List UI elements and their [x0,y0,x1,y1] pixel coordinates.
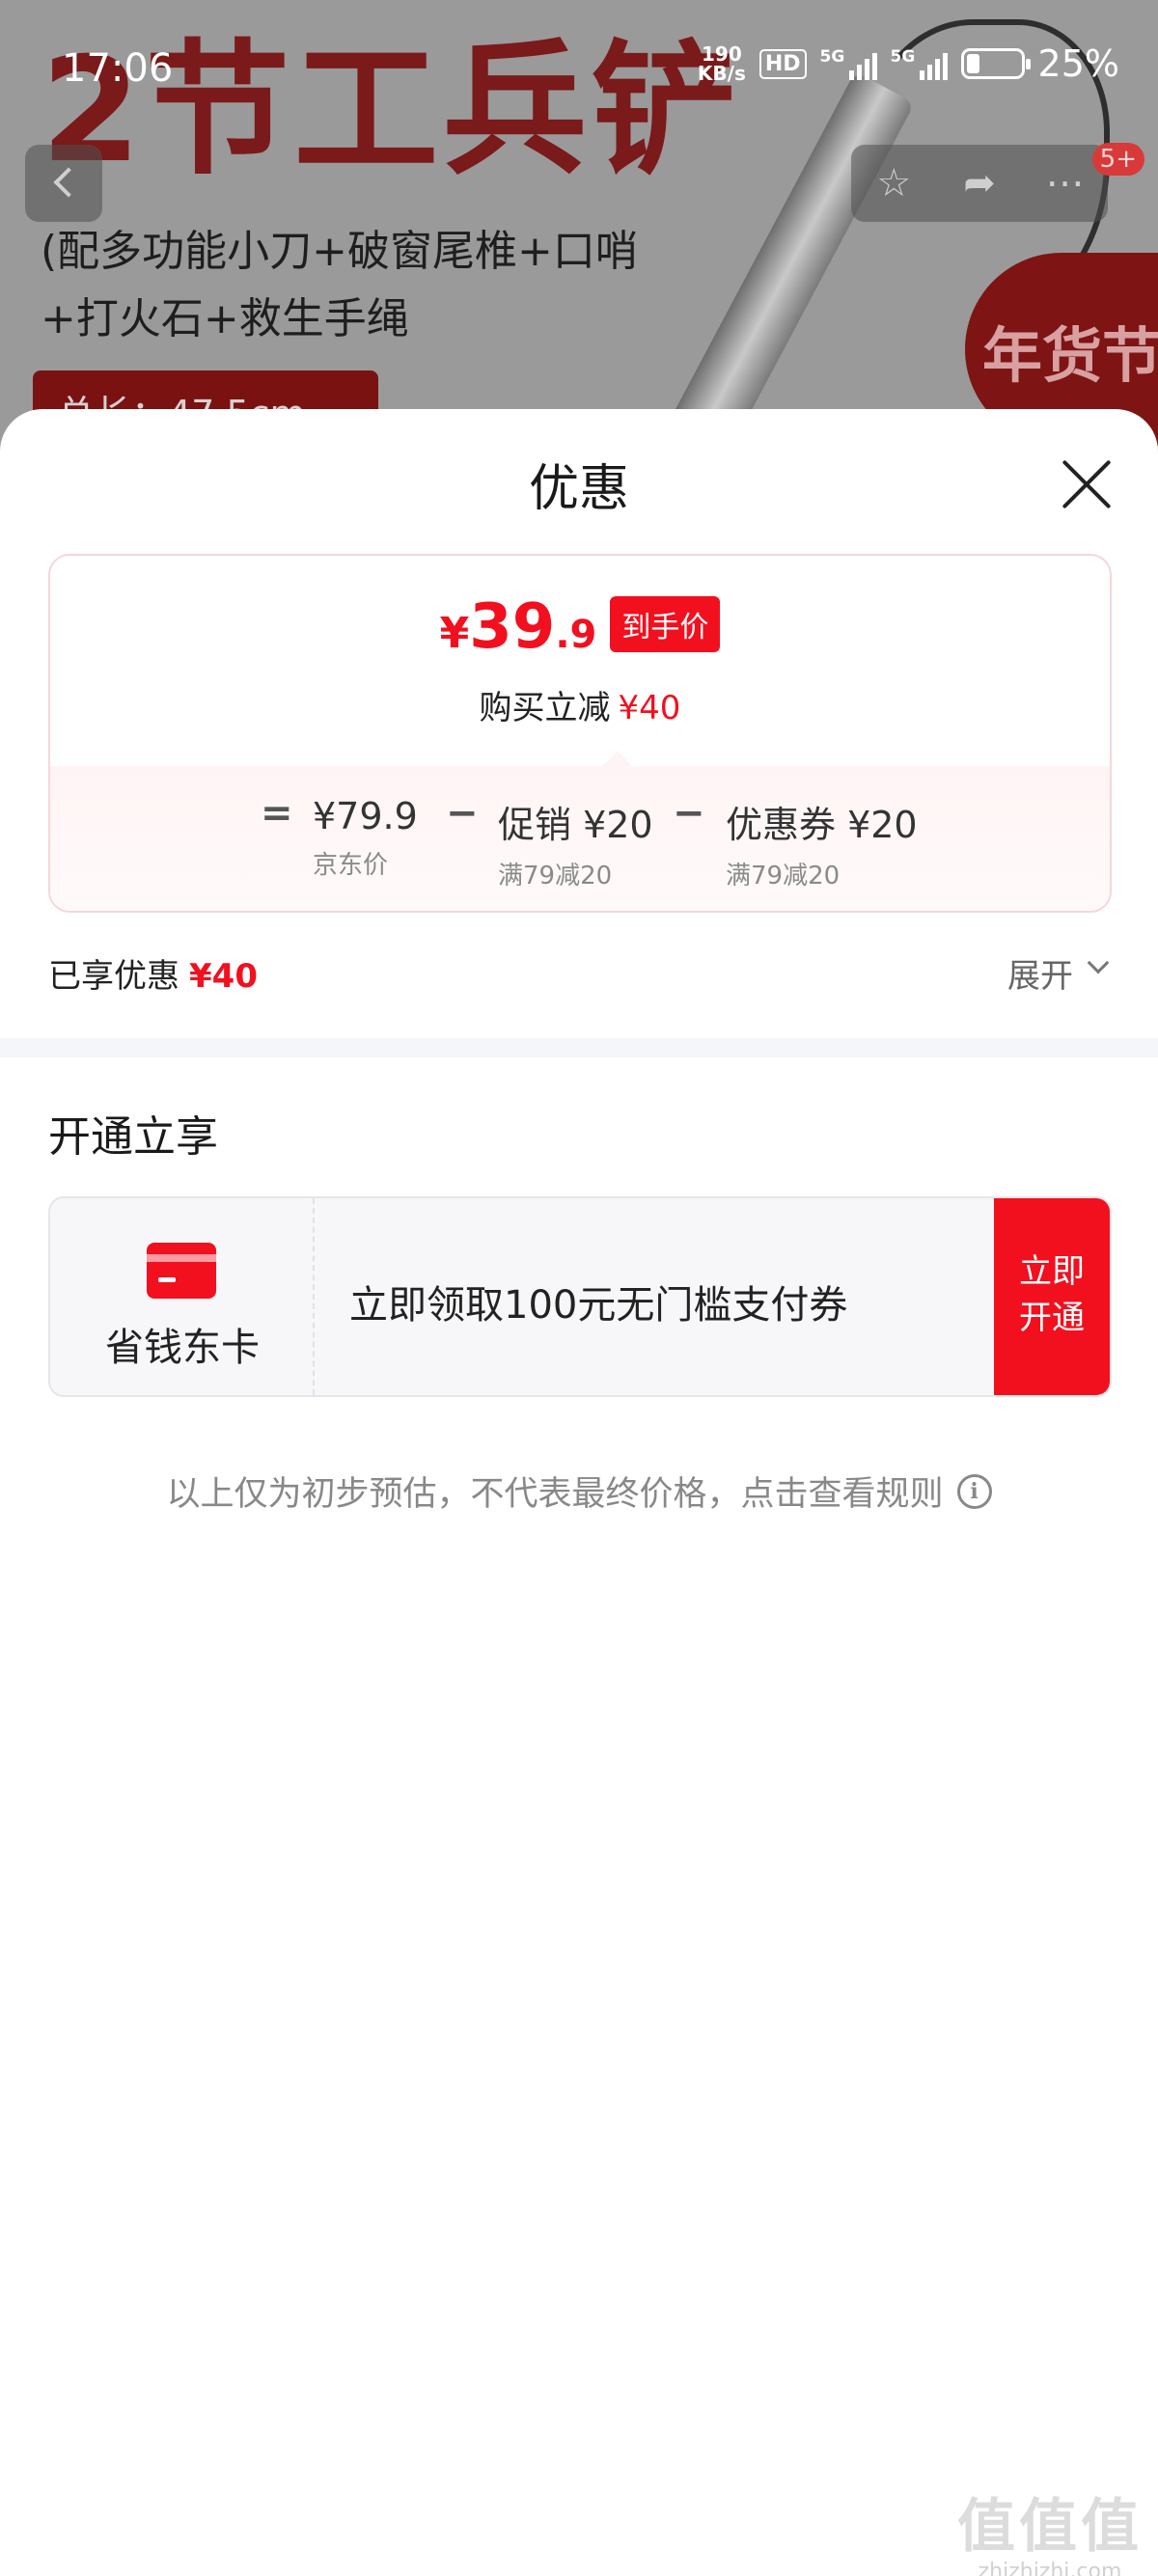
minus-sign: − [446,791,479,836]
membership-offer: 立即领取100元无门槛支付券 [349,1283,848,1328]
expand-button[interactable]: 展开 [1007,949,1073,997]
back-button[interactable] [25,145,102,222]
chevron-down-icon[interactable] [1087,951,1110,974]
battery-icon [960,48,1031,79]
breakdown-item: 促销 ¥20 满79减20 [498,804,653,891]
share-icon[interactable]: ➦ [937,145,1023,222]
saving-line: 购买立减 ¥40 [479,689,681,727]
minus-sign: − [673,791,705,836]
star-icon[interactable]: ☆ [851,145,937,222]
signal-icon: 5G [820,47,877,80]
nav-actions: ☆ ➦ ⋯ [851,145,1108,222]
membership-card[interactable]: 省钱东卡 立即领取100元无门槛支付券 立即开通 [48,1196,1112,1397]
membership-name: 省钱东卡 [105,1326,260,1370]
section-divider [0,1038,1158,1057]
signal-icon: 5G [891,47,948,80]
final-price: ¥39.9 [439,591,597,663]
close-icon[interactable] [1060,457,1114,511]
product-subline-2: +打火石+救生手绳 [41,294,409,343]
breakdown-item: 优惠券 ¥20 满79减20 [726,804,918,891]
breakdown-item: ¥79.9 京东价 [313,795,418,880]
credit-card-icon [147,1243,216,1299]
hd-icon: HD [758,48,807,79]
message-badge: 5+ [1091,143,1144,176]
enjoyed-discount: 已享优惠 ¥40 [48,957,258,996]
status-time: 17:06 [62,46,174,91]
membership-brand: 省钱东卡 [50,1198,315,1395]
price-breakdown: = ¥79.9 京东价 − 促销 ¥20 满79减20 − 优惠券 ¥20 满7… [50,751,1110,911]
status-indicators: 190 KB/s HD 5G 5G 25% [698,42,1119,85]
net-speed: 190 KB/s [697,42,746,85]
info-icon[interactable]: i [956,1473,992,1509]
activate-button[interactable]: 立即开通 [994,1198,1110,1395]
final-price-tag: 到手价 [610,596,721,652]
section-title: 开通立享 [48,1112,218,1162]
battery-level: 25% [1037,42,1119,85]
price-card: ¥39.9 到手价 购买立减 ¥40 = ¥79.9 京东价 − 促销 ¥20 满… [48,554,1112,913]
price-disclaimer[interactable]: 以上仅为初步预估，不代表最终价格，点击查看规则 i [0,1466,1158,1516]
watermark: 值值值 zhizhizhi.com [957,2493,1143,2576]
discount-sheet: 优惠 ¥39.9 到手价 购买立减 ¥40 = ¥79.9 京东价 − 促销 ¥2… [0,409,1158,2576]
final-price-section: ¥39.9 到手价 购买立减 ¥40 [50,556,1110,766]
product-subline-1: (配多功能小刀+破窗尾椎+口哨 [41,227,638,276]
equals-sign: = [261,791,293,836]
sheet-title: 优惠 [528,460,629,518]
